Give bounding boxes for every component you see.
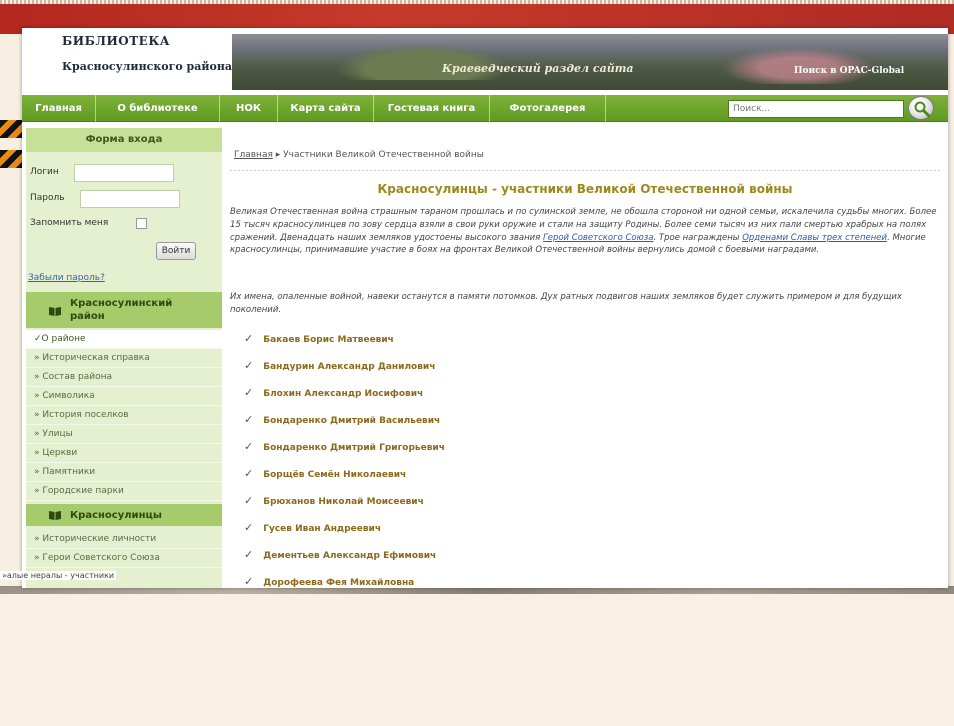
check-icon: ✓ [244, 494, 254, 507]
search-button[interactable] [908, 96, 934, 120]
main-navbar: Главная О библиотеке НОК Карта сайта Гос… [22, 95, 948, 122]
person-link[interactable]: Блохин Александр Иосифович [263, 389, 423, 399]
memory-paragraph: Их имена, опаленные войной, навеки остан… [230, 292, 902, 315]
menu-district-composition[interactable]: » Состав района [26, 368, 222, 387]
check-icon: ✓ [244, 440, 254, 453]
menu-history-reference[interactable]: » Историческая справка [26, 349, 222, 368]
remember-checkbox[interactable] [136, 218, 147, 229]
menu-overflow-text[interactable]: »алые нералы - участники [0, 571, 117, 580]
list-item: ✓ Бакаев Борис Матвеевич [244, 332, 394, 345]
site-header: БИБЛИОТЕКА Красносулинского района Краев… [22, 28, 948, 94]
intro-text-2: . Трое награждены [653, 232, 743, 243]
section-krasnosulinsky-district: Красносулинский район [26, 292, 222, 328]
check-icon: ✓ [244, 359, 254, 372]
person-link[interactable]: Бандурин Александр Данилович [263, 362, 435, 372]
check-icon: ✓ [244, 386, 254, 399]
person-link[interactable]: Бондаренко Дмитрий Григорьевич [263, 443, 445, 453]
check-icon: ✓ [244, 467, 254, 480]
check-icon: ✓ [244, 575, 254, 588]
logo-line2: Красносулинского района [62, 60, 232, 73]
menu-settlement-history[interactable]: » История поселков [26, 406, 222, 425]
person-link[interactable]: Дементьев Александр Ефимович [263, 551, 436, 561]
password-field[interactable] [80, 190, 180, 208]
list-item: ✓ Блохин Александр Иосифович [244, 386, 423, 399]
person-link[interactable]: Бондаренко Дмитрий Васильевич [263, 416, 440, 426]
breadcrumb-current: Участники Великой Отечественной войны [283, 150, 484, 160]
list-item: ✓ Бондаренко Дмитрий Васильевич [244, 413, 440, 426]
check-icon: ✓ [244, 332, 254, 345]
list-item: ✓ Дорофеева Фея Михайловна [244, 575, 414, 588]
opac-search-link[interactable]: Поиск в OPAC-Global [794, 66, 904, 76]
person-link[interactable]: Дорофеева Фея Михайловна [263, 578, 414, 588]
sidebar: Форма входа Логин Пароль Запомнить меня … [26, 128, 222, 588]
nav-guestbook[interactable]: Гостевая книга [374, 95, 490, 122]
login-field[interactable] [74, 164, 174, 182]
login-button[interactable]: Войти [156, 242, 196, 260]
remember-label: Запомнить меня [30, 218, 109, 228]
menu-streets[interactable]: » Улицы [26, 425, 222, 444]
menu-about-district[interactable]: ✓О районе [26, 330, 222, 349]
intro-paragraph: Великая Отечественная война страшным тар… [230, 206, 944, 257]
breadcrumb: Главная ▸ Участники Великой Отечественно… [234, 150, 484, 160]
nav-gallery[interactable]: Фотогалерея [490, 95, 606, 122]
menu-city-parks[interactable]: » Городские парки [26, 482, 222, 501]
main-content: Главная ▸ Участники Великой Отечественно… [222, 128, 948, 588]
menu-historical-figures[interactable]: » Исторические личности [26, 530, 222, 549]
banner-caption: Краеведческий раздел сайта [442, 62, 634, 75]
site-window: БИБЛИОТЕКА Красносулинского района Краев… [22, 28, 948, 588]
site-logo[interactable]: БИБЛИОТЕКА Красносулинского района [62, 34, 232, 73]
person-link[interactable]: Гусев Иван Андреевич [263, 524, 381, 534]
breadcrumb-separator-icon: ▸ [275, 150, 281, 160]
login-form-title: Форма входа [26, 128, 222, 152]
person-link[interactable]: Борщёв Семён Николаевич [263, 470, 406, 480]
section-krasnosulintsy: Красносулинцы [26, 504, 222, 526]
book-icon [49, 307, 61, 316]
check-icon: ✓ [244, 413, 254, 426]
list-item: ✓ Гусев Иван Андреевич [244, 521, 381, 534]
password-label: Пароль [30, 193, 65, 203]
search-input[interactable] [728, 100, 904, 118]
menu-churches[interactable]: » Церкви [26, 444, 222, 463]
breadcrumb-home[interactable]: Главная [234, 150, 273, 160]
logo-line1: БИБЛИОТЕКА [62, 34, 171, 48]
nav-home[interactable]: Главная [22, 95, 96, 122]
nav-nok[interactable]: НОК [220, 95, 278, 122]
nav-sitemap[interactable]: Карта сайта [278, 95, 374, 122]
menu-monuments[interactable]: » Памятники [26, 463, 222, 482]
breadcrumb-divider [230, 170, 942, 171]
list-item: ✓ Борщёв Семён Николаевич [244, 467, 406, 480]
background-lower [0, 586, 954, 726]
magnifier-icon [914, 101, 931, 118]
hero-soviet-union-link[interactable]: Герой Советского Союза [543, 233, 654, 243]
section-label: Красносулинцы [70, 510, 162, 521]
list-item: ✓ Дементьев Александр Ефимович [244, 548, 436, 561]
nav-about[interactable]: О библиотеке [96, 95, 220, 122]
login-label: Логин [30, 167, 59, 177]
forgot-password-link[interactable]: Забыли пароль? [28, 273, 105, 283]
check-icon: ✓ [244, 521, 254, 534]
list-item: ✓ Бондаренко Дмитрий Григорьевич [244, 440, 445, 453]
list-item: ✓ Брюханов Николай Моисеевич [244, 494, 424, 507]
check-icon: ✓ [244, 548, 254, 561]
section-label: Красносулинский район [70, 298, 173, 322]
list-item: ✓ Бандурин Александр Данилович [244, 359, 435, 372]
page-title: Красносулинцы - участники Великой Отечес… [377, 182, 793, 196]
order-of-glory-link[interactable]: Орденами Славы трех степеней [742, 233, 887, 243]
person-link[interactable]: Брюханов Николай Моисеевич [263, 497, 424, 507]
book-icon [49, 511, 61, 520]
menu-symbols[interactable]: » Символика [26, 387, 222, 406]
menu-heroes-soviet-union[interactable]: » Герои Советского Союза [26, 549, 222, 568]
person-link[interactable]: Бакаев Борис Матвеевич [263, 335, 394, 345]
